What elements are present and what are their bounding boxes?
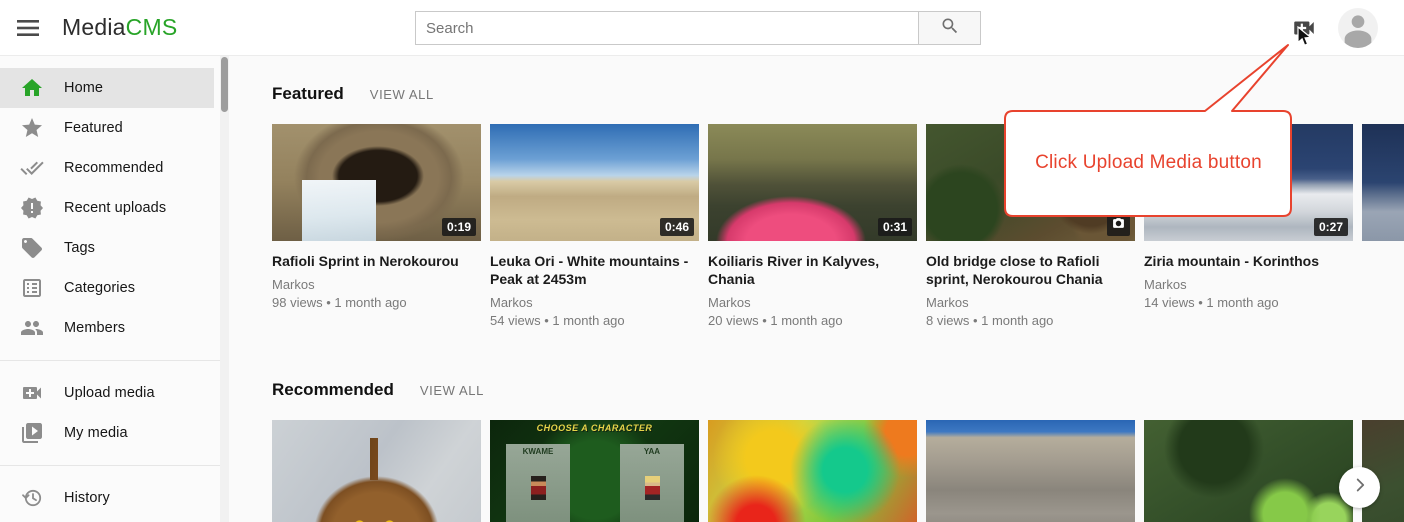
thumbnail-text: CHOOSE A CHARACTER bbox=[490, 423, 699, 433]
recommended-row: CHOOSE A CHARACTER KWAME YAA Selected Se… bbox=[272, 420, 1404, 522]
sidebar-item-label: Home bbox=[64, 80, 103, 96]
sidebar-item-upload-media[interactable]: Upload media bbox=[0, 373, 214, 413]
video-meta: 14 views • 1 month ago bbox=[1144, 295, 1353, 310]
video-meta: 98 views • 1 month ago bbox=[272, 295, 481, 310]
sidebar-item-label: Tags bbox=[64, 240, 95, 256]
video-thumbnail[interactable] bbox=[1362, 124, 1404, 241]
sidebar-item-label: Upload media bbox=[64, 385, 155, 401]
duration-badge: 0:19 bbox=[442, 218, 476, 236]
video-thumbnail[interactable]: CHOOSE A CHARACTER KWAME YAA Selected Se… bbox=[490, 420, 699, 522]
sidebar-item-categories[interactable]: Categories bbox=[0, 268, 214, 308]
sidebar-item-tags[interactable]: Tags bbox=[0, 228, 214, 268]
media-card: 0:31 Koiliaris River in Kalyves, Chania … bbox=[708, 124, 917, 328]
video-author[interactable]: Markos bbox=[490, 295, 699, 310]
section-title: Recommended bbox=[272, 380, 394, 400]
sidebar-item-label: Recommended bbox=[64, 160, 163, 176]
video-thumbnail[interactable] bbox=[926, 420, 1135, 522]
sidebar-item-label: Members bbox=[64, 320, 125, 336]
thumbnail-text: KWAME bbox=[506, 447, 570, 456]
media-card bbox=[926, 420, 1135, 522]
duration-badge: 0:31 bbox=[878, 218, 912, 236]
logo-media: Media bbox=[62, 14, 126, 40]
sidebar-item-label: Categories bbox=[64, 280, 135, 296]
sidebar-item-my-media[interactable]: My media bbox=[0, 413, 214, 453]
top-bar: MediaCMS bbox=[0, 0, 1404, 56]
video-thumbnail[interactable] bbox=[1144, 420, 1353, 522]
section-recommended: Recommended VIEW ALL CHOOSE A CHARACTER … bbox=[272, 380, 1404, 522]
video-thumbnail[interactable]: 0:31 bbox=[708, 124, 917, 241]
video-title[interactable]: Rafioli Sprint in Nerokourou bbox=[272, 252, 481, 270]
thumbnail-text: YAA bbox=[620, 447, 684, 456]
video-meta: 20 views • 1 month ago bbox=[708, 313, 917, 328]
video-meta: 54 views • 1 month ago bbox=[490, 313, 699, 328]
media-card bbox=[272, 420, 481, 522]
video-thumbnail[interactable]: 0:19 bbox=[272, 124, 481, 241]
search-icon bbox=[940, 16, 960, 41]
search-button[interactable] bbox=[918, 11, 981, 45]
categories-icon bbox=[20, 276, 44, 300]
members-icon bbox=[20, 316, 44, 340]
video-title[interactable]: Koiliaris River in Kalyves, Chania bbox=[708, 252, 917, 288]
menu-icon[interactable] bbox=[15, 16, 41, 40]
video-thumbnail[interactable] bbox=[272, 420, 481, 522]
sidebar-scrollbar[interactable] bbox=[220, 56, 229, 522]
video-title[interactable]: Old bridge close to Rafioli sprint, Nero… bbox=[926, 252, 1135, 288]
my-media-icon bbox=[20, 421, 44, 445]
logo-cms: CMS bbox=[126, 14, 178, 40]
video-meta: 8 views • 1 month ago bbox=[926, 313, 1135, 328]
video-author[interactable]: Markos bbox=[1144, 277, 1353, 292]
sidebar-item-recommended[interactable]: Recommended bbox=[0, 148, 214, 188]
user-avatar[interactable] bbox=[1338, 8, 1378, 48]
mouse-cursor-icon bbox=[1297, 26, 1313, 53]
view-all-link[interactable]: VIEW ALL bbox=[420, 383, 484, 398]
sidebar-item-home[interactable]: Home bbox=[0, 68, 214, 108]
app-logo[interactable]: MediaCMS bbox=[62, 14, 177, 41]
callout-text: Click Upload Media button bbox=[1005, 111, 1292, 215]
view-all-link[interactable]: VIEW ALL bbox=[370, 87, 434, 102]
media-card bbox=[708, 420, 917, 522]
video-title[interactable]: Ziria mountain - Korinthos bbox=[1144, 252, 1353, 270]
video-author[interactable]: Markos bbox=[272, 277, 481, 292]
video-author[interactable]: Markos bbox=[708, 295, 917, 310]
star-icon bbox=[20, 116, 44, 140]
media-card-partial bbox=[1362, 124, 1404, 328]
sidebar-item-recent-uploads[interactable]: Recent uploads bbox=[0, 188, 214, 228]
scrollbar-thumb[interactable] bbox=[221, 57, 228, 112]
home-icon bbox=[20, 76, 44, 100]
video-author[interactable]: Markos bbox=[926, 295, 1135, 310]
duration-badge: 0:46 bbox=[660, 218, 694, 236]
tag-icon bbox=[20, 236, 44, 260]
duration-badge: 0:27 bbox=[1314, 218, 1348, 236]
video-title[interactable]: Leuka Ori - White mountains - Peak at 24… bbox=[490, 252, 699, 288]
media-card bbox=[1144, 420, 1353, 522]
new-releases-icon bbox=[20, 196, 44, 220]
sidebar-item-label: Featured bbox=[64, 120, 123, 136]
sidebar-item-members[interactable]: Members bbox=[0, 308, 214, 348]
search-input[interactable] bbox=[415, 11, 918, 45]
sidebar-item-label: Recent uploads bbox=[64, 200, 166, 216]
camera-icon bbox=[1112, 217, 1125, 233]
media-card: 0:19 Rafioli Sprint in Nerokourou Markos… bbox=[272, 124, 481, 328]
media-card: CHOOSE A CHARACTER KWAME YAA Selected Se… bbox=[490, 420, 699, 522]
chevron-right-icon bbox=[1349, 474, 1371, 501]
sidebar: Home Featured Recommended Recent uploads… bbox=[0, 56, 220, 522]
section-title: Featured bbox=[272, 84, 344, 104]
video-thumbnail[interactable] bbox=[708, 420, 917, 522]
sidebar-item-label: My media bbox=[64, 425, 128, 441]
game-character bbox=[645, 476, 660, 500]
video-thumbnail[interactable]: 0:46 bbox=[490, 124, 699, 241]
sidebar-item-history[interactable]: History bbox=[0, 478, 214, 518]
carousel-next-button[interactable] bbox=[1339, 467, 1380, 508]
search-bar bbox=[415, 11, 981, 45]
photo-badge bbox=[1107, 214, 1130, 236]
sidebar-item-featured[interactable]: Featured bbox=[0, 108, 214, 148]
sidebar-item-label: History bbox=[64, 490, 110, 506]
history-icon bbox=[20, 486, 44, 510]
upload-media-icon bbox=[20, 381, 44, 405]
game-character bbox=[531, 476, 546, 500]
media-card: 0:46 Leuka Ori - White mountains - Peak … bbox=[490, 124, 699, 328]
done-all-icon bbox=[20, 156, 44, 180]
